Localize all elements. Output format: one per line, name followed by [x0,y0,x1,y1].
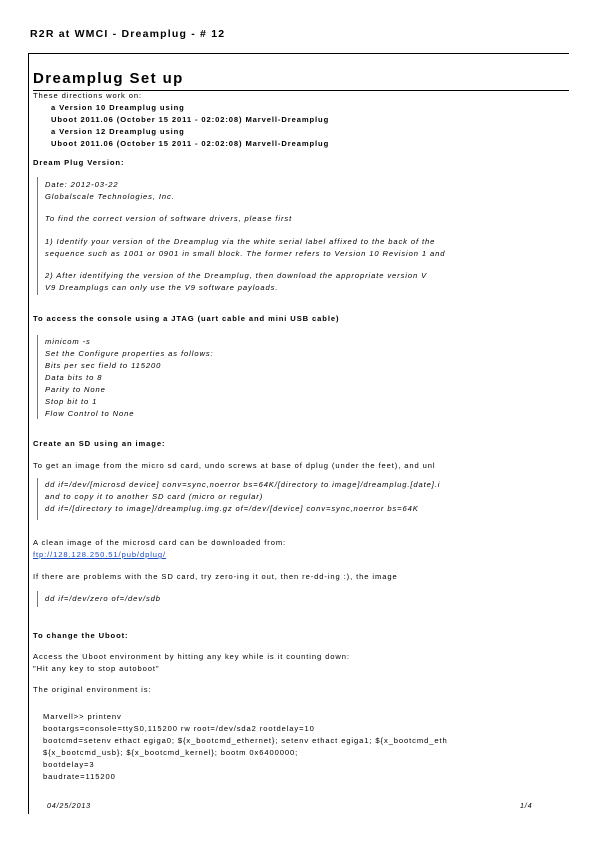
content-frame: Dreamplug Set up These directions work o… [28,53,569,814]
console-line: Bits per sec field to 115200 [45,361,162,370]
version-line: a Version 12 Dreamplug using [51,127,185,136]
console-line: Data bits to 8 [45,373,103,382]
env-line: bootcmd=setenv ethact egiga0; ${x_bootcm… [43,736,448,745]
env-line: Marvell>> printenv [43,712,122,721]
version-text: To find the correct version of software … [45,214,293,223]
problems-text: If there are problems with the SD card, … [33,572,398,581]
version-text: 1) Identify your version of the Dreamplu… [45,237,436,246]
quote-bar [37,478,38,520]
document-header: R2R at WMCI - Dreamplug - # 12 [30,28,226,40]
uboot-original-text: The original environment is: [33,685,152,694]
version-text: V9 Dreamplugs can only use the V9 softwa… [45,283,279,292]
section-heading-console: To access the console using a JTAG (uart… [33,314,340,323]
console-line: minicom -s [45,337,91,346]
download-link[interactable]: ftp://128.128.250.51/pub/dplug/ [33,550,166,559]
zero-code-line: dd if=/dev/zero of=/dev/sdb [45,594,161,603]
env-line: baudrate=115200 [43,772,116,781]
footer-date: 04/25/2013 [47,801,91,810]
env-line: ${x_bootcmd_usb}; ${x_bootcmd_kernel}; b… [43,748,299,757]
version-line: Uboot 2011.06 (October 15 2011 - 02:02:0… [51,139,330,148]
uboot-access-text: Access the Uboot environment by hitting … [33,652,350,661]
section-heading-version: Dream Plug Version: [33,158,125,167]
uboot-quote: "Hit any key to stop autoboot" [33,664,160,673]
version-line: a Version 10 Dreamplug using [51,103,185,112]
quote-bar [37,591,38,607]
section-heading-uboot: To change the Uboot: [33,631,129,640]
env-line: bootdelay=3 [43,760,95,769]
download-text: A clean image of the microsd card can be… [33,538,287,547]
console-line: Flow Control to None [45,409,135,418]
console-line: Parity to None [45,385,106,394]
sd-code-line: dd if=/dev/[microsd device] conv=sync,no… [45,480,441,489]
sd-code-line: and to copy it to another SD card (micro… [45,492,264,501]
console-line: Set the Configure properties as follows: [45,349,214,358]
version-line: Uboot 2011.06 (October 15 2011 - 02:02:0… [51,115,330,124]
sd-intro: To get an image from the micro sd card, … [33,461,436,470]
version-text: sequence such as 1001 or 0901 in small b… [45,249,446,258]
quote-bar [37,335,38,419]
version-text: 2) After identifying the version of the … [45,271,428,280]
console-line: Stop bit to 1 [45,397,98,406]
sd-code-line: dd if=/[directory to image]/dreamplug.im… [45,504,419,513]
env-line: bootargs=console=ttyS0,115200 rw root=/d… [43,724,315,733]
section-heading-sd: Create an SD using an image: [33,439,166,448]
intro-text: These directions work on: [33,91,143,100]
page-title: Dreamplug Set up [33,70,184,87]
quote-bar [37,177,38,295]
version-text: Globalscale Technologies, Inc. [45,192,175,201]
footer-page-number: 1/4 [520,801,533,810]
version-text: Date: 2012-03-22 [45,180,119,189]
